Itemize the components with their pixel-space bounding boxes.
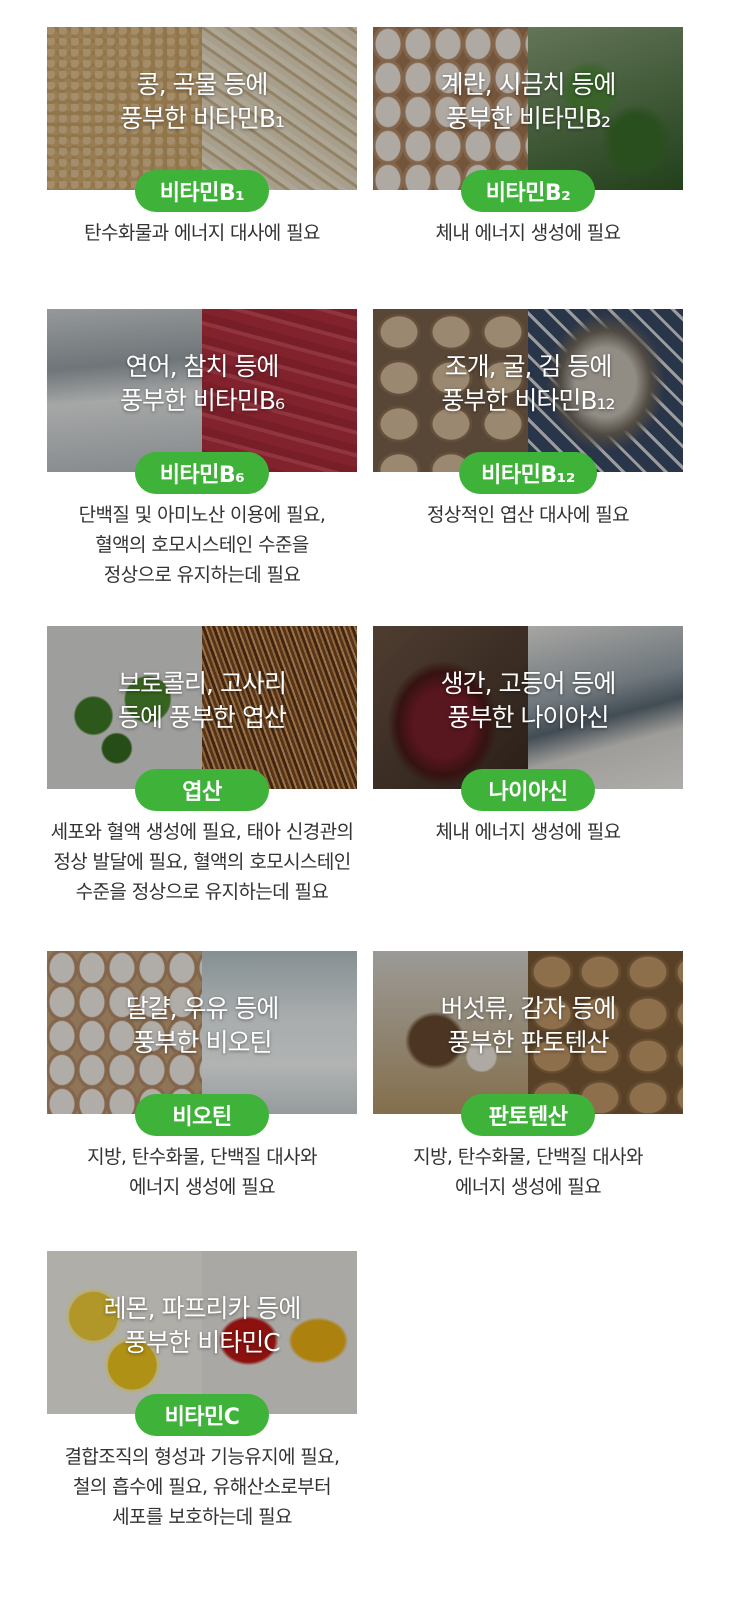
food-photo-mushrooms-potatoes: 버섯류, 감자 등에 풍부한 판토텐산 <box>373 951 683 1114</box>
vitamin-description: 지방, 탄수화물, 단백질 대사와 에너지 생성에 필요 <box>87 1146 317 1198</box>
vitamin-badge: 비타민B₁₂ <box>459 452 597 494</box>
vitamin-card-pantothenic-acid: 버섯류, 감자 등에 풍부한 판토텐산 판토텐산 지방, 탄수화물, 단백질 대… <box>373 951 683 1202</box>
vitamin-badge: 비타민C <box>135 1394 269 1436</box>
food-photo-broccoli-fern: 브로콜리, 고사리 등에 풍부한 엽산 <box>47 626 357 789</box>
vitamin-card-niacin: 생간, 고등어 등에 풍부한 나이아신 나이아신 체내 에너지 생성에 필요 <box>373 626 683 847</box>
vitamin-card-b6: 연어, 참치 등에 풍부한 비타민B₆ 비타민B₆ 단백질 및 아미노산 이용에… <box>47 309 357 590</box>
food-photo-lemon-paprika: 레몬, 파프리카 등에 풍부한 비타민C <box>47 1251 357 1414</box>
vitamin-card-biotin: 달걀, 우유 등에 풍부한 비오틴 비오틴 지방, 탄수화물, 단백질 대사와 … <box>47 951 357 1202</box>
photo-caption: 연어, 참치 등에 풍부한 비타민B₆ <box>119 351 285 415</box>
vitamin-badge: 비타민B₆ <box>135 452 269 494</box>
vitamin-description: 세포와 혈액 생성에 필요, 태아 신경관의 정상 발달에 필요, 혈액의 호모… <box>50 821 354 903</box>
vitamin-description: 체내 에너지 생성에 필요 <box>435 821 621 843</box>
photo-caption: 브로콜리, 고사리 등에 풍부한 엽산 <box>118 668 287 732</box>
vitamin-description: 단백질 및 아미노산 이용에 필요, 혈액의 호모시스테인 수준을 정상으로 유… <box>78 504 326 586</box>
vitamin-card-b1: 콩, 곡물 등에 풍부한 비타민B₁ 비타민B₁ 탄수화물과 에너지 대사에 필… <box>47 27 357 248</box>
photo-caption: 달걀, 우유 등에 풍부한 비오틴 <box>125 993 280 1057</box>
photo-caption: 계란, 시금치 등에 풍부한 비타민B₂ <box>440 69 617 133</box>
food-photo-clams-oysters: 조개, 굴, 김 등에 풍부한 비타민B₁₂ <box>373 309 683 472</box>
vitamin-card-b12: 조개, 굴, 김 등에 풍부한 비타민B₁₂ 비타민B₁₂ 정상적인 엽산 대사… <box>373 309 683 530</box>
vitamin-badge: 판토텐산 <box>461 1094 595 1136</box>
food-photo-eggs-milk: 달걀, 우유 등에 풍부한 비오틴 <box>47 951 357 1114</box>
food-photo-beans-grains: 콩, 곡물 등에 풍부한 비타민B₁ <box>47 27 357 190</box>
vitamin-badge: 비오틴 <box>135 1094 269 1136</box>
photo-caption: 조개, 굴, 김 등에 풍부한 비타민B₁₂ <box>441 351 615 415</box>
food-photo-salmon-tuna: 연어, 참치 등에 풍부한 비타민B₆ <box>47 309 357 472</box>
vitamin-description: 지방, 탄수화물, 단백질 대사와 에너지 생성에 필요 <box>413 1146 643 1198</box>
vitamin-badge: 비타민B₁ <box>135 170 269 212</box>
vitamin-card-folate: 브로콜리, 고사리 등에 풍부한 엽산 엽산 세포와 혈액 생성에 필요, 태아… <box>47 626 357 907</box>
vitamin-description: 체내 에너지 생성에 필요 <box>435 222 621 244</box>
vitamin-description: 탄수화물과 에너지 대사에 필요 <box>84 222 320 244</box>
vitamin-description: 결합조직의 형성과 기능유지에 필요, 철의 흡수에 필요, 유해산소로부터 세… <box>64 1446 341 1528</box>
photo-caption: 버섯류, 감자 등에 풍부한 판토텐산 <box>440 993 617 1057</box>
vitamin-badge: 나이아신 <box>461 769 595 811</box>
vitamin-card-c: 레몬, 파프리카 등에 풍부한 비타민C 비타민C 결합조직의 형성과 기능유지… <box>47 1251 357 1532</box>
food-photo-eggs-spinach: 계란, 시금치 등에 풍부한 비타민B₂ <box>373 27 683 190</box>
vitamin-badge: 엽산 <box>135 769 269 811</box>
photo-caption: 생간, 고등어 등에 풍부한 나이아신 <box>440 668 617 732</box>
vitamin-badge: 비타민B₂ <box>461 170 595 212</box>
vitamin-description: 정상적인 엽산 대사에 필요 <box>427 504 630 526</box>
food-photo-liver-mackerel: 생간, 고등어 등에 풍부한 나이아신 <box>373 626 683 789</box>
photo-caption: 레몬, 파프리카 등에 풍부한 비타민C <box>103 1293 302 1357</box>
vitamin-card-b2: 계란, 시금치 등에 풍부한 비타민B₂ 비타민B₂ 체내 에너지 생성에 필요 <box>373 27 683 248</box>
photo-caption: 콩, 곡물 등에 풍부한 비타민B₁ <box>119 69 285 133</box>
